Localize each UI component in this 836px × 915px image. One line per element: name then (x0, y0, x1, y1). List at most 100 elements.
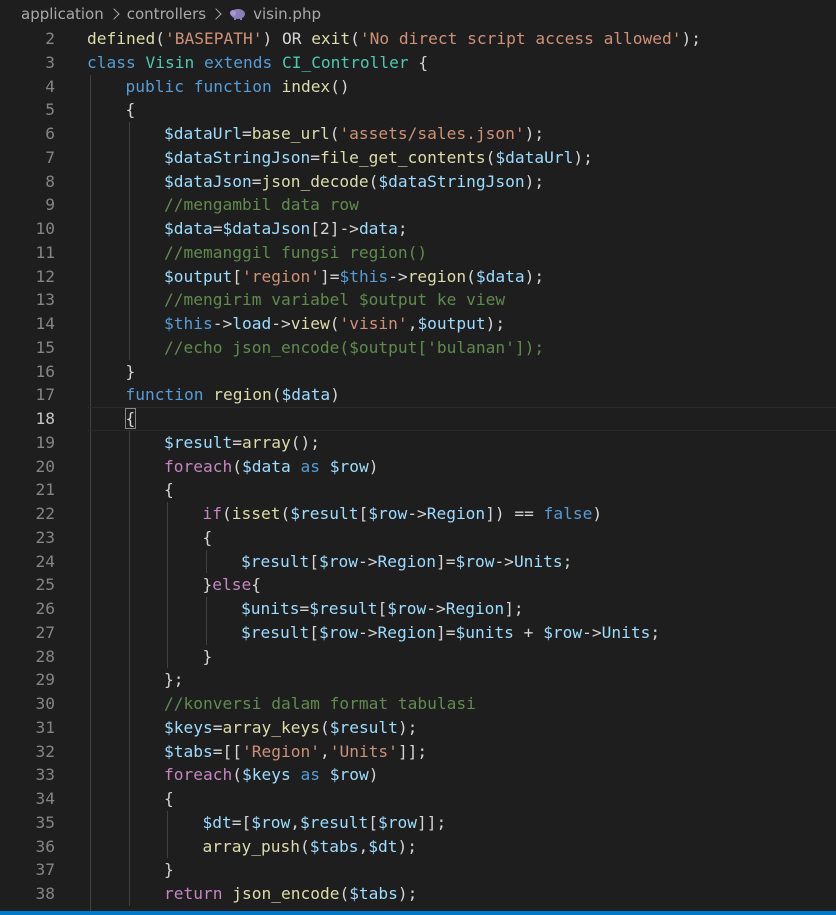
code-line[interactable]: 38 return json_encode($tabs); (0, 882, 836, 906)
code-token: return (164, 884, 223, 903)
breadcrumb-folder-application[interactable]: application (21, 5, 104, 23)
code-line[interactable]: 8 $dataJson=json_decode($dataStringJson); (0, 169, 836, 194)
breadcrumb-folder-controllers[interactable]: controllers (127, 5, 206, 23)
code-line[interactable]: 27 $result[$row->Region]=$units + $row->U… (0, 620, 836, 645)
code-line[interactable]: 2 defined('BASEPATH') OR exit('No direct … (0, 27, 836, 51)
line-number: 19 (35, 432, 56, 452)
code-line[interactable]: 20 foreach($data as $row) (0, 454, 836, 479)
indent-guide (90, 407, 91, 431)
code-token: region (213, 385, 272, 405)
indent-guide (128, 122, 130, 146)
indent-guide (128, 264, 130, 289)
line-number: 10 (35, 219, 56, 238)
code-token: $output (417, 314, 486, 333)
indent-guide (90, 98, 91, 122)
code-line[interactable]: 12 $output['region']=$this->region($data)… (0, 264, 836, 289)
code-line[interactable]: 21 { (0, 478, 836, 502)
code-token: json_encode (232, 884, 340, 903)
indent-guide (205, 549, 207, 574)
code-line[interactable]: 32 $tabs=[['Region','Units']]; (0, 739, 836, 764)
code-token: $row (368, 504, 408, 523)
indent-guide (90, 502, 91, 526)
code-token: $tabs (349, 884, 398, 903)
indent-guide (90, 787, 91, 811)
code-line[interactable]: 14 $this->load->view('visin',$output); (0, 312, 836, 336)
code-line[interactable]: 7 $dataStringJson=file_get_contents($data… (0, 145, 836, 170)
code-line[interactable]: 17 function region($data) (0, 383, 836, 407)
indent-guide (167, 834, 168, 859)
code-token: ]]; (416, 812, 447, 832)
indent-guide (90, 668, 91, 692)
code-token: [ (309, 622, 319, 642)
code-line[interactable]: 10 $data=$dataJson[2]->data; (0, 217, 836, 241)
code-line[interactable]: 35 $dt=[$row,$result[$row]]; (0, 810, 836, 835)
code-line[interactable]: 18 { (0, 407, 836, 431)
line-number: 23 (35, 527, 56, 547)
code-token: else (212, 575, 252, 595)
code-text: $result=array(); (164, 431, 320, 455)
line-number: 7 (45, 147, 55, 167)
code-token: { (164, 480, 174, 500)
indent-guide (90, 359, 91, 384)
code-line[interactable]: 36 array_push($tabs,$dt); (0, 834, 836, 859)
code-line[interactable]: 16} (0, 359, 836, 384)
code-token: $dataUrl (495, 147, 574, 167)
code-text: defined('BASEPATH') OR exit('No direct s… (87, 27, 701, 51)
code-line[interactable]: 30 //konversi dalam format tabulasi (0, 692, 836, 716)
code-line[interactable]: 24 $result[$row->Region]=$row->Units; (0, 549, 836, 574)
code-text: $units=$result[$row->Region]; (241, 597, 524, 621)
code-line[interactable]: 33 foreach($keys as $row) (0, 763, 836, 787)
code-line[interactable]: 29}; (0, 668, 836, 692)
code-line[interactable]: 26 $units=$result[$row->Region]; (0, 597, 836, 621)
code-line[interactable]: 25}else{ (0, 573, 836, 597)
breadcrumb-file-visin-php[interactable]: visin.php (253, 5, 321, 23)
code-token: array_keys (222, 717, 320, 737)
code-token: public (125, 76, 184, 96)
indent-guide (167, 525, 168, 550)
indent-guide (90, 430, 91, 455)
code-line[interactable]: 11 //memanggil fungsi region() (0, 240, 836, 265)
code-token: Region (377, 622, 436, 642)
code-line[interactable]: 34 { (0, 787, 836, 811)
code-token: ( (350, 29, 360, 48)
line-number: 38 (35, 884, 56, 903)
code-token: $row (455, 551, 495, 571)
code-token: = (241, 124, 252, 143)
code-token: }; (164, 670, 184, 690)
code-line[interactable]: 15 //echo json_encode($output['bulanan'])… (0, 335, 836, 360)
code-token: ); (485, 314, 506, 333)
code-line[interactable]: 22 if(isset($result[$row->Region]) == fal… (0, 502, 836, 526)
indent-guide (90, 335, 91, 360)
indent-guide (128, 692, 130, 716)
code-line[interactable]: 4 public function index() (0, 74, 836, 99)
code-line[interactable]: 23 { (0, 525, 836, 550)
code-line[interactable]: 3 class Visin extends CI_Controller { (0, 51, 836, 75)
line-number: 6 (45, 124, 55, 143)
code-text: array_push($tabs,$dt); (203, 835, 417, 859)
line-number: 22 (35, 504, 56, 523)
indent-guide (90, 573, 91, 597)
code-token: $dataStringJson (378, 171, 525, 191)
code-token: ( (155, 29, 165, 48)
code-line[interactable]: 5{ (0, 98, 836, 122)
code-token: $row (318, 622, 358, 642)
code-area[interactable]: 2 defined('BASEPATH') OR exit('No direct … (0, 27, 836, 915)
indent-guide (167, 644, 168, 669)
code-line[interactable]: 19 $result=array(); (0, 430, 836, 455)
code-token: { (408, 52, 429, 72)
code-line[interactable]: 31 $keys=array_keys($result); (0, 715, 836, 740)
code-line[interactable]: 9 //mengambil data row (0, 193, 836, 217)
code-token: [ (358, 504, 369, 523)
code-line[interactable]: 6 $dataUrl=base_url('assets/sales.json'); (0, 122, 836, 146)
code-editor[interactable]: application controllers visin.php 2 defin… (0, 0, 836, 915)
code-token: function (125, 385, 204, 405)
code-token: ) (368, 456, 379, 476)
line-number: 37 (35, 860, 56, 880)
code-token: $dataUrl (164, 124, 242, 143)
code-token: ( (329, 314, 340, 333)
code-line[interactable]: 37} (0, 858, 836, 882)
code-line[interactable]: 28} (0, 644, 836, 669)
code-line[interactable]: 13 //mengirim variabel $output ke view (0, 288, 836, 312)
